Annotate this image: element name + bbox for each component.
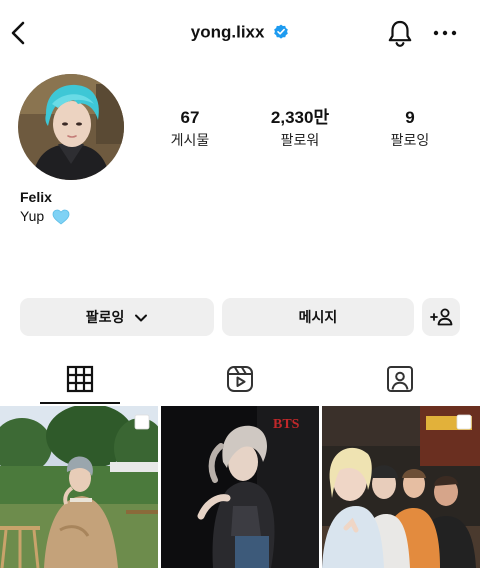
followers-count-value: 2,330만	[270, 108, 330, 127]
tab-posts-grid[interactable]	[0, 352, 160, 404]
profile-bio: Yup	[20, 208, 70, 225]
posts-count-value: 67	[180, 108, 200, 127]
light-blue-heart-icon	[52, 209, 70, 225]
add-user-button[interactable]	[422, 298, 460, 336]
following-button[interactable]: 팔로잉	[20, 298, 214, 336]
tab-reels[interactable]	[160, 352, 320, 404]
add-person-icon	[430, 308, 453, 326]
active-tab-indicator	[40, 402, 120, 404]
post-tile[interactable]: BTS	[161, 406, 319, 568]
verified-badge-icon	[274, 24, 289, 39]
multiple-photos-icon	[134, 414, 150, 430]
following-count-label: 팔로잉	[390, 132, 430, 148]
multiple-photos-icon	[456, 414, 472, 430]
following-count-value: 9	[405, 108, 415, 127]
chevron-down-icon	[135, 314, 148, 322]
notifications-button[interactable]	[386, 18, 414, 48]
tab-tagged[interactable]	[320, 352, 480, 404]
reels-icon	[227, 366, 253, 392]
more-horizontal-icon	[433, 30, 457, 36]
bell-icon	[388, 20, 412, 47]
top-bar: yong.lixx	[0, 0, 480, 66]
post-image-garden-portrait	[0, 406, 158, 568]
username: yong.lixx	[190, 22, 265, 42]
post-image-group-selfie	[322, 406, 480, 568]
post-image-magazine-cover: BTS	[161, 406, 319, 568]
following-button-label: 팔로잉	[85, 309, 125, 325]
posts-count[interactable]: 67 게시물	[142, 108, 238, 150]
message-button-label: 메시지	[298, 309, 338, 325]
following-count[interactable]: 9 팔로잉	[362, 108, 458, 150]
bio-text: Yup	[20, 208, 45, 224]
tagged-icon	[387, 366, 413, 392]
grid-icon	[66, 365, 94, 393]
followers-count[interactable]: 2,330만 팔로워	[252, 108, 348, 150]
post-tile[interactable]	[0, 406, 158, 568]
followers-count-label: 팔로워	[280, 132, 320, 148]
more-options-button[interactable]	[432, 26, 458, 40]
posts-count-label: 게시물	[170, 132, 210, 148]
profile-tabs	[0, 352, 480, 404]
message-button[interactable]: 메시지	[222, 298, 414, 336]
svg-text:BTS: BTS	[273, 417, 300, 432]
profile-display-name: Felix	[20, 189, 52, 205]
post-tile[interactable]	[322, 406, 480, 568]
profile-avatar[interactable]	[18, 74, 124, 180]
avatar-image	[18, 74, 124, 180]
